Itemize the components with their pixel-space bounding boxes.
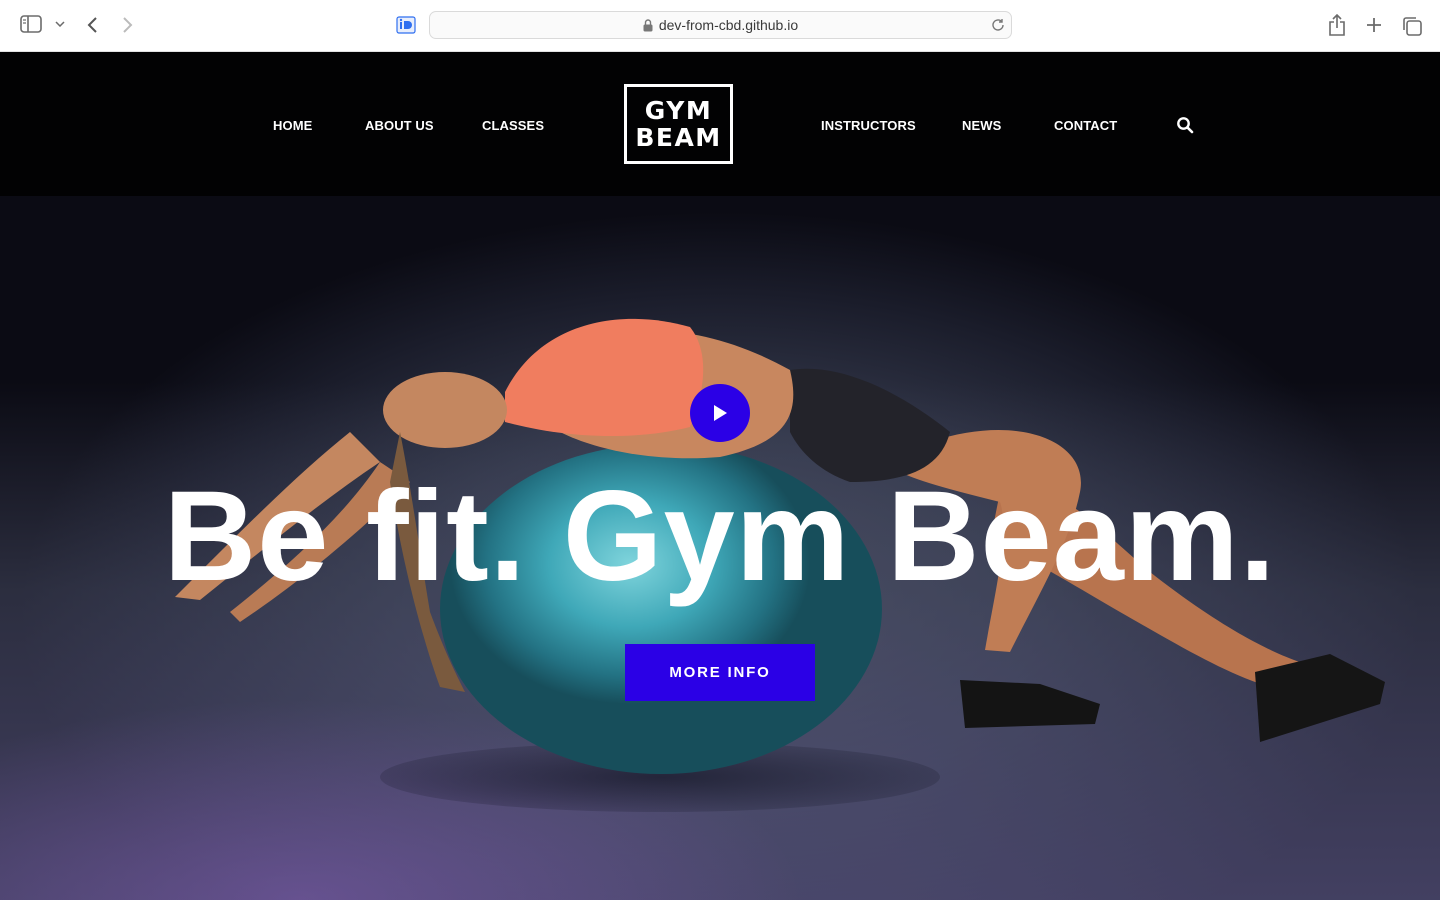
- nav-news[interactable]: NEWS: [962, 118, 1001, 133]
- browser-toolbar: dev-from-cbd.github.io: [0, 0, 1440, 52]
- nav-instructors[interactable]: INSTRUCTORS: [821, 118, 916, 133]
- search-icon[interactable]: [1176, 116, 1194, 134]
- hero-section: HOME ABOUT US CLASSES GYM BEAM INSTRUCTO…: [0, 52, 1440, 900]
- nav-classes[interactable]: CLASSES: [482, 118, 544, 133]
- site-logo[interactable]: GYM BEAM: [624, 84, 733, 164]
- forward-arrow-icon[interactable]: [120, 14, 136, 36]
- nav-home[interactable]: HOME: [273, 118, 312, 133]
- lock-icon: [643, 18, 653, 32]
- plus-icon[interactable]: [1364, 15, 1384, 35]
- hero-headline: Be fit. Gym Beam.: [163, 465, 1277, 608]
- sidebar-icon[interactable]: [20, 15, 42, 33]
- chevron-down-icon[interactable]: [54, 16, 66, 32]
- nav-contact[interactable]: CONTACT: [1054, 118, 1117, 133]
- play-icon: [712, 404, 728, 422]
- share-icon[interactable]: [1327, 13, 1347, 37]
- reload-icon[interactable]: [991, 18, 1005, 32]
- tabs-icon[interactable]: [1401, 15, 1422, 36]
- back-arrow-icon[interactable]: [84, 14, 100, 36]
- url-text: dev-from-cbd.github.io: [658, 17, 799, 33]
- nav-about-us[interactable]: ABOUT US: [365, 118, 434, 133]
- more-info-button[interactable]: MORE INFO: [625, 644, 815, 701]
- play-video-button[interactable]: [690, 384, 750, 442]
- main-navbar: HOME ABOUT US CLASSES GYM BEAM INSTRUCTO…: [0, 52, 1440, 196]
- logo-line-1: GYM: [644, 96, 713, 125]
- address-bar[interactable]: dev-from-cbd.github.io: [429, 11, 1012, 39]
- logo-line-2: BEAM: [635, 123, 722, 152]
- extension-icon[interactable]: [396, 15, 416, 35]
